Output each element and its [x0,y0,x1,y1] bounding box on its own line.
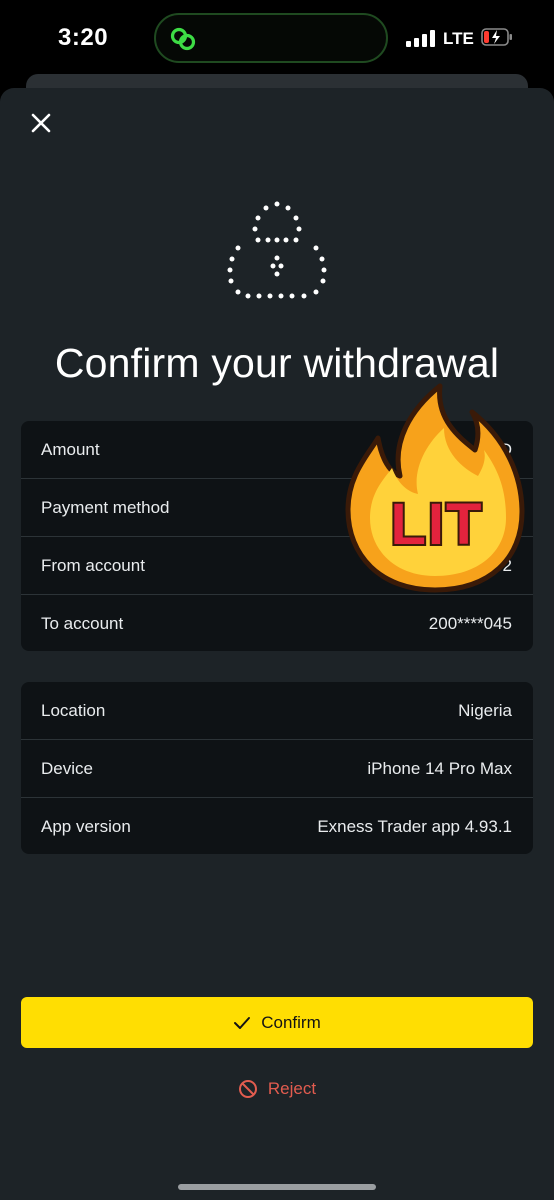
detail-label: App version [41,817,131,836]
status-bar: 3:20 LTE [0,0,554,80]
reject-button[interactable]: Reject [0,1076,554,1102]
withdrawal-sheet: Confirm your withdrawal Amount 0 USD Pay… [0,88,554,1200]
svg-text:LIT: LIT [391,492,484,557]
dynamic-island[interactable] [154,13,388,63]
network-type: LTE [443,29,474,48]
detail-label: To account [41,614,124,633]
detail-value: 200****045 [428,614,512,633]
padlock-icon [227,201,327,299]
battery-icon [481,28,512,46]
detail-label: Amount [41,440,100,459]
link-icon [170,27,196,51]
confirm-button[interactable]: Confirm [21,997,533,1048]
detail-label: From account [41,556,145,575]
close-icon[interactable] [28,110,54,136]
confirm-label: Confirm [261,1012,321,1032]
reject-label: Reject [267,1079,317,1098]
signal-icon [406,30,436,47]
block-icon [238,1080,257,1098]
session-details-card: Location Nigeria Device iPhone 14 Pro Ma… [21,682,533,854]
detail-value: iPhone 14 Pro Max [367,759,512,778]
sticker-label: LIT [389,490,484,559]
detail-label: Location [41,701,106,720]
home-indicator[interactable] [178,1184,376,1190]
detail-row-app-version: App version Exness Trader app 4.93.1 [21,798,533,856]
detail-row-device: Device iPhone 14 Pro Max [21,740,533,798]
detail-row-location: Location Nigeria [21,682,533,740]
fire-icon: LIT [345,383,525,593]
detail-value: Nigeria [458,701,512,720]
detail-label: Payment method [41,498,170,517]
checkmark-icon [234,1016,251,1029]
detail-value: Exness Trader app 4.93.1 [317,817,512,836]
detail-label: Device [41,759,93,778]
detail-row-to-account: To account 200****045 [21,595,533,653]
status-time: 3:20 [58,24,109,51]
